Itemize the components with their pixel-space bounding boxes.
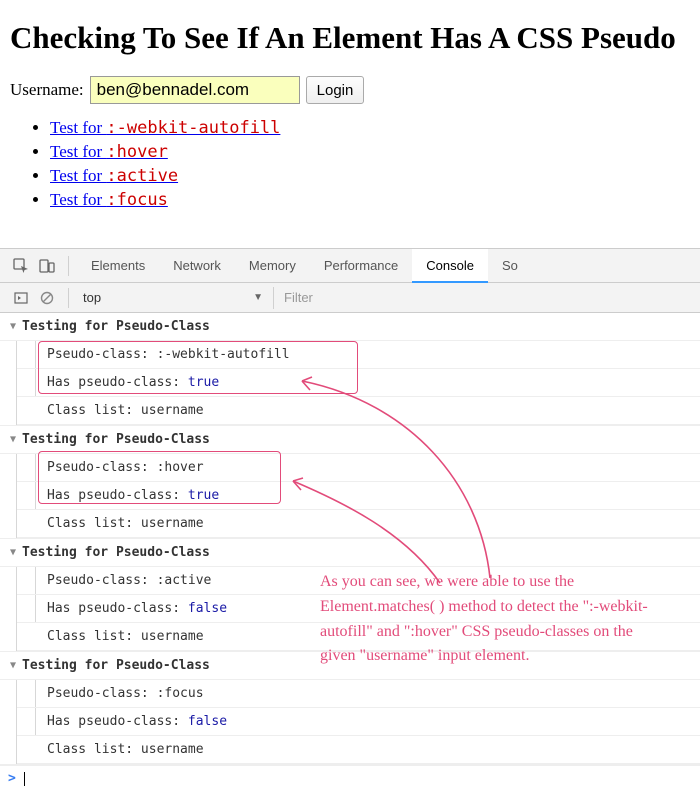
log-label: Pseudo-class:	[47, 347, 149, 362]
group-title: Testing for Pseudo-Class	[22, 319, 210, 334]
log-value: :hover	[157, 460, 204, 475]
console-group: ▼ Testing for Pseudo-Class Pseudo-class:…	[0, 426, 700, 539]
login-button[interactable]: Login	[306, 76, 365, 104]
filter-input[interactable]	[273, 287, 700, 309]
separator	[68, 288, 69, 308]
test-link-active[interactable]: Test for :active	[50, 166, 178, 185]
test-prefix: Test for	[50, 142, 106, 161]
log-label: Class list:	[47, 516, 133, 531]
log-label: Class list:	[47, 403, 133, 418]
devtools-panel: Elements Network Memory Performance Cons…	[0, 248, 700, 795]
device-mode-icon[interactable]	[34, 253, 60, 279]
console-group: ▼ Testing for Pseudo-Class Pseudo-class:…	[0, 313, 700, 426]
tab-elements[interactable]: Elements	[77, 249, 159, 283]
console-log-line: Has pseudo-class: true	[17, 482, 700, 510]
log-value: false	[188, 601, 227, 616]
log-label: Pseudo-class:	[47, 573, 149, 588]
prompt-cursor	[24, 772, 25, 786]
test-prefix: Test for	[50, 190, 106, 209]
disclosure-triangle-icon: ▼	[10, 660, 16, 671]
tab-performance[interactable]: Performance	[310, 249, 412, 283]
group-title: Testing for Pseudo-Class	[22, 432, 210, 447]
console-output: ▼ Testing for Pseudo-Class Pseudo-class:…	[0, 313, 700, 795]
log-value: username	[141, 403, 204, 418]
tab-memory[interactable]: Memory	[235, 249, 310, 283]
log-value: :focus	[157, 686, 204, 701]
list-item: Test for :hover	[50, 142, 690, 162]
test-class: :-webkit-autofill	[106, 118, 280, 138]
log-label: Pseudo-class:	[47, 686, 149, 701]
prompt-chevron-icon: >	[8, 771, 16, 786]
context-value: top	[83, 290, 101, 305]
group-title: Testing for Pseudo-Class	[22, 545, 210, 560]
log-value: true	[188, 375, 219, 390]
console-log-line: Pseudo-class: :hover	[17, 454, 700, 482]
clear-console-icon[interactable]	[34, 285, 60, 311]
chevron-down-icon: ▼	[253, 292, 263, 303]
log-value: true	[188, 488, 219, 503]
console-log-line: Pseudo-class: :-webkit-autofill	[17, 341, 700, 369]
test-prefix: Test for	[50, 166, 106, 185]
group-title: Testing for Pseudo-Class	[22, 658, 210, 673]
console-group-header[interactable]: ▼ Testing for Pseudo-Class	[0, 426, 700, 454]
inspect-icon[interactable]	[8, 253, 34, 279]
console-log-line: Class list: username	[17, 736, 700, 764]
log-label: Class list:	[47, 742, 133, 757]
tab-console[interactable]: Console	[412, 249, 488, 283]
log-label: Class list:	[47, 629, 133, 644]
tab-sources-cut[interactable]: So	[488, 249, 532, 283]
test-link-autofill[interactable]: Test for :-webkit-autofill	[50, 118, 280, 137]
disclosure-triangle-icon: ▼	[10, 434, 16, 445]
log-value: username	[141, 516, 204, 531]
test-prefix: Test for	[50, 118, 106, 137]
log-value: username	[141, 742, 204, 757]
devtools-tabbar: Elements Network Memory Performance Cons…	[0, 249, 700, 283]
log-value: false	[188, 714, 227, 729]
log-label: Pseudo-class:	[47, 460, 149, 475]
console-log-line: Class list: username	[17, 510, 700, 538]
console-group-header[interactable]: ▼ Testing for Pseudo-Class	[0, 539, 700, 567]
list-item: Test for :-webkit-autofill	[50, 118, 690, 138]
log-value: :-webkit-autofill	[157, 347, 290, 362]
page-title: Checking To See If An Element Has A CSS …	[10, 20, 690, 56]
console-log-line: Has pseudo-class: false	[17, 708, 700, 736]
console-log-line: Has pseudo-class: true	[17, 369, 700, 397]
log-label: Has pseudo-class:	[47, 375, 180, 390]
login-form: Username: Login	[10, 76, 690, 104]
console-group-header[interactable]: ▼ Testing for Pseudo-Class	[0, 313, 700, 341]
test-class: :active	[106, 166, 178, 186]
context-selector[interactable]: top ▼	[83, 290, 273, 305]
test-link-focus[interactable]: Test for :focus	[50, 190, 168, 209]
disclosure-triangle-icon: ▼	[10, 321, 16, 332]
separator	[68, 256, 69, 276]
list-item: Test for :focus	[50, 190, 690, 210]
log-value: :active	[157, 573, 212, 588]
console-toolbar: top ▼	[0, 283, 700, 313]
log-label: Has pseudo-class:	[47, 601, 180, 616]
log-value: username	[141, 629, 204, 644]
console-prompt[interactable]: >	[0, 765, 700, 791]
log-label: Has pseudo-class:	[47, 488, 180, 503]
console-log-line: Class list: username	[17, 397, 700, 425]
list-item: Test for :active	[50, 166, 690, 186]
annotation-text: As you can see, we were able to use the …	[320, 570, 660, 669]
tab-network[interactable]: Network	[159, 249, 235, 283]
test-class: :focus	[106, 190, 167, 210]
log-label: Has pseudo-class:	[47, 714, 180, 729]
test-link-hover[interactable]: Test for :hover	[50, 142, 168, 161]
test-links-list: Test for :-webkit-autofill Test for :hov…	[10, 118, 690, 210]
sidebar-toggle-icon[interactable]	[8, 285, 34, 311]
username-input[interactable]	[90, 76, 300, 104]
disclosure-triangle-icon: ▼	[10, 547, 16, 558]
test-class: :hover	[106, 142, 167, 162]
username-label: Username:	[10, 80, 84, 100]
console-log-line: Pseudo-class: :focus	[17, 680, 700, 708]
